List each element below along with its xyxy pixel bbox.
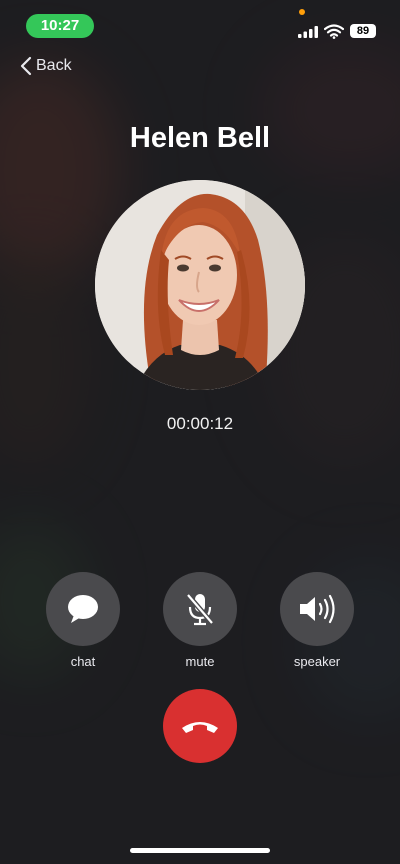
- chevron-left-icon: [20, 56, 32, 76]
- chat-button[interactable]: [46, 572, 120, 646]
- speaker-label: speaker: [293, 654, 341, 669]
- chat-bubble-icon: [68, 595, 98, 623]
- phone-hangup-icon: [182, 722, 218, 733]
- mute-label: mute: [185, 654, 215, 669]
- back-button[interactable]: Back: [20, 54, 72, 78]
- home-indicator[interactable]: [130, 848, 270, 853]
- mic-indicator-dot: [299, 9, 305, 15]
- status-time: 10:27: [26, 14, 94, 38]
- back-label: Back: [36, 57, 72, 74]
- wifi-icon: [324, 24, 344, 39]
- call-screen: 10:27 89 Back Helen Bell 00:00:12 chat m…: [0, 0, 400, 864]
- speaker-button[interactable]: [280, 572, 354, 646]
- signal-icon: [298, 26, 318, 38]
- caller-photo: [95, 180, 305, 390]
- status-bar: 10:27 89: [0, 0, 400, 48]
- caller-name: Helen Bell: [129, 122, 271, 154]
- battery-icon: 89: [350, 24, 376, 38]
- mute-button[interactable]: [163, 572, 237, 646]
- end-call-button[interactable]: [163, 689, 237, 763]
- mic-off-icon: [186, 593, 214, 626]
- speaker-icon: [300, 594, 335, 624]
- caller-avatar: [95, 180, 305, 390]
- chat-label: chat: [70, 654, 96, 669]
- call-duration: 00:00:12: [166, 414, 234, 433]
